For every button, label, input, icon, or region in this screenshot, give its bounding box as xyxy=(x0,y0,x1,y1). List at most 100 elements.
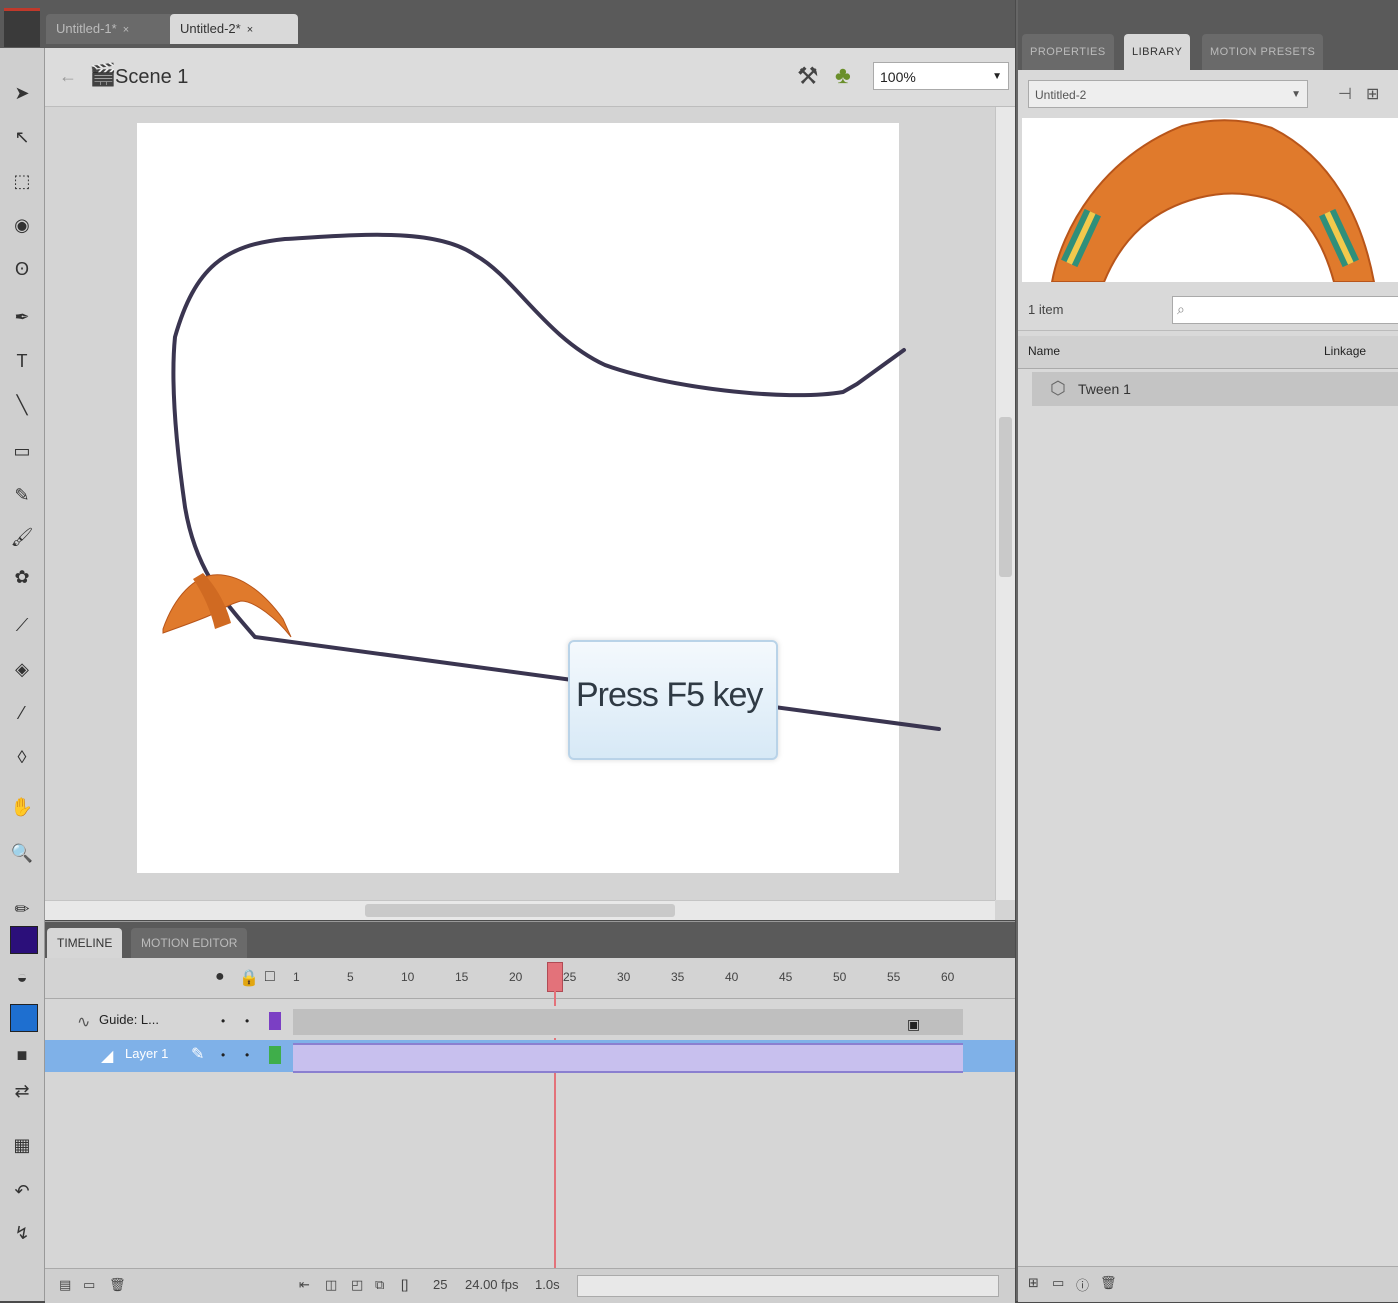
stroke-color-icon[interactable]: ✏ xyxy=(7,894,37,924)
frame-number[interactable]: 5 xyxy=(347,970,354,984)
hand-tool-icon[interactable]: ✋ xyxy=(7,792,37,822)
frame-number[interactable]: 45 xyxy=(779,970,792,984)
center-frame-icon[interactable]: ⇤ xyxy=(299,1277,310,1293)
frame-number[interactable]: 55 xyxy=(887,970,900,984)
keyframe-icon[interactable]: ▣ xyxy=(907,1016,920,1033)
text-tool-icon[interactable]: T xyxy=(7,346,37,376)
current-frame[interactable]: 25 xyxy=(433,1277,447,1292)
layer-name[interactable]: Guide: L... xyxy=(99,1012,159,1027)
subselection-tool-icon[interactable]: ↖ xyxy=(7,122,37,152)
frame-number[interactable]: 1 xyxy=(293,970,300,984)
new-folder-icon[interactable]: ▭ xyxy=(83,1277,95,1293)
new-symbol-icon[interactable]: ⊞ xyxy=(1028,1275,1039,1291)
scroll-thumb[interactable] xyxy=(365,904,675,917)
tab-untitled-1[interactable]: Untitled-1* × xyxy=(46,14,176,44)
visibility-dot-icon[interactable]: • xyxy=(221,1014,225,1028)
layer-name[interactable]: Layer 1 xyxy=(125,1046,168,1061)
boomerang-symbol[interactable] xyxy=(162,573,292,638)
visibility-dot-icon[interactable]: • xyxy=(221,1048,225,1062)
bone-tool-icon[interactable]: ⟋ xyxy=(7,610,37,640)
horizontal-scrollbar[interactable] xyxy=(45,900,995,920)
black-white-icon[interactable]: ■ xyxy=(7,1040,37,1070)
eye-icon[interactable]: ● xyxy=(215,968,225,986)
eyedropper-tool-icon[interactable]: ⁄ xyxy=(7,698,37,728)
vertical-scrollbar[interactable] xyxy=(995,107,1015,900)
frame-number[interactable]: 50 xyxy=(833,970,846,984)
delete-icon[interactable]: 🗑 xyxy=(1100,1275,1117,1291)
layer-frames[interactable] xyxy=(293,1009,963,1035)
lock-icon[interactable]: 🔒 xyxy=(239,968,259,988)
frame-number[interactable]: 10 xyxy=(401,970,414,984)
timeline-horizontal-scrollbar[interactable] xyxy=(577,1275,999,1297)
rectangle-tool-icon[interactable]: ▭ xyxy=(7,436,37,466)
brush-tool-icon[interactable]: 🖌 xyxy=(7,522,37,552)
scene-label[interactable]: Scene 1 xyxy=(115,66,188,89)
playhead[interactable] xyxy=(547,962,563,992)
zoom-tool-icon[interactable]: 🔍 xyxy=(7,838,37,868)
close-icon[interactable]: × xyxy=(123,24,129,36)
library-search-input[interactable]: ⌕ xyxy=(1172,296,1398,324)
layer-row-guide[interactable]: ∿ Guide: L... • • ▣ xyxy=(45,1006,1015,1038)
layer-color-swatch[interactable] xyxy=(269,1012,281,1030)
paint-bucket-tool-icon[interactable]: ◈ xyxy=(7,654,37,684)
new-folder-icon[interactable]: ▭ xyxy=(1052,1275,1064,1291)
zoom-select[interactable]: 100% ▼ xyxy=(873,62,1009,90)
edit-scene-icon[interactable]: ♣ xyxy=(835,62,851,90)
tab-timeline[interactable]: TIMELINE xyxy=(47,928,123,958)
tab-library[interactable]: LIBRARY xyxy=(1124,34,1191,70)
lock-dot-icon[interactable]: • xyxy=(245,1048,249,1062)
pen-tool-icon[interactable]: ✒ xyxy=(7,302,37,332)
back-arrow-icon[interactable]: ← xyxy=(59,66,77,87)
selection-tool-icon[interactable]: ➤ xyxy=(7,78,37,108)
new-layer-icon[interactable]: ▤ xyxy=(59,1277,71,1293)
straighten-icon[interactable]: ↯ xyxy=(7,1218,37,1248)
3d-rotation-tool-icon[interactable]: ◉ xyxy=(7,210,37,240)
outline-icon[interactable]: □ xyxy=(265,968,275,986)
fill-color-swatch[interactable] xyxy=(10,1004,38,1032)
free-transform-tool-icon[interactable]: ⬚ xyxy=(7,166,37,196)
smooth-icon[interactable]: ↶ xyxy=(7,1176,37,1206)
line-tool-icon[interactable]: ╲ xyxy=(7,390,37,420)
column-name[interactable]: Name xyxy=(1028,344,1060,358)
layer-color-swatch[interactable] xyxy=(269,1046,281,1064)
layer-row-layer-1[interactable]: ◢ Layer 1 ✎ • • xyxy=(45,1040,1015,1073)
frame-number[interactable]: 15 xyxy=(455,970,468,984)
properties-icon[interactable]: ⓘ xyxy=(1076,1275,1089,1294)
lock-dot-icon[interactable]: • xyxy=(245,1014,249,1028)
library-item[interactable]: ⬡ Tween 1 xyxy=(1032,372,1398,406)
deco-tool-icon[interactable]: ✿ xyxy=(7,562,37,592)
pin-icon[interactable]: ⊣ xyxy=(1338,84,1352,104)
onion-outline-icon[interactable]: ◰ xyxy=(351,1277,363,1293)
frame-number[interactable]: 20 xyxy=(509,970,522,984)
delete-layer-icon[interactable]: 🗑 xyxy=(109,1277,126,1293)
library-document-select[interactable]: Untitled-2 ▼ xyxy=(1028,80,1308,108)
column-linkage[interactable]: Linkage xyxy=(1324,344,1366,358)
tab-motion-editor[interactable]: MOTION EDITOR xyxy=(131,928,248,958)
snap-to-objects-icon[interactable]: ▦ xyxy=(7,1130,37,1160)
tab-untitled-2[interactable]: Untitled-2* × xyxy=(170,14,298,44)
close-icon[interactable]: × xyxy=(247,24,253,36)
frame-number[interactable]: 25 xyxy=(563,970,576,984)
lasso-tool-icon[interactable]: ʘ xyxy=(7,254,37,284)
frame-rate[interactable]: 24.00 fps xyxy=(465,1277,519,1292)
tab-motion-presets[interactable]: MOTION PRESETS xyxy=(1202,34,1324,70)
onion-markers-icon[interactable]: [] xyxy=(401,1277,408,1292)
fill-color-icon[interactable]: ◒ xyxy=(7,962,37,992)
frame-number[interactable]: 40 xyxy=(725,970,738,984)
tab-properties[interactable]: PROPERTIES xyxy=(1022,34,1114,70)
frame-number[interactable]: 60 xyxy=(941,970,954,984)
swap-colors-icon[interactable]: ⇄ xyxy=(7,1076,37,1106)
eraser-tool-icon[interactable]: ◊ xyxy=(7,742,37,772)
new-library-panel-icon[interactable]: ⊞ xyxy=(1366,84,1379,104)
edit-multiple-icon[interactable]: ⧉ xyxy=(375,1277,384,1293)
onion-skin-icon[interactable]: ◫ xyxy=(325,1277,337,1293)
scroll-thumb[interactable] xyxy=(999,417,1012,577)
frame-number[interactable]: 30 xyxy=(617,970,630,984)
tween-span[interactable] xyxy=(293,1043,963,1073)
edit-symbols-icon[interactable]: ⚒ xyxy=(797,62,819,91)
stroke-color-swatch[interactable] xyxy=(10,926,38,954)
guide-path-line[interactable] xyxy=(171,232,941,731)
motion-guide-path[interactable] xyxy=(45,107,995,900)
frame-number[interactable]: 35 xyxy=(671,970,684,984)
pencil-tool-icon[interactable]: ✎ xyxy=(7,480,37,510)
